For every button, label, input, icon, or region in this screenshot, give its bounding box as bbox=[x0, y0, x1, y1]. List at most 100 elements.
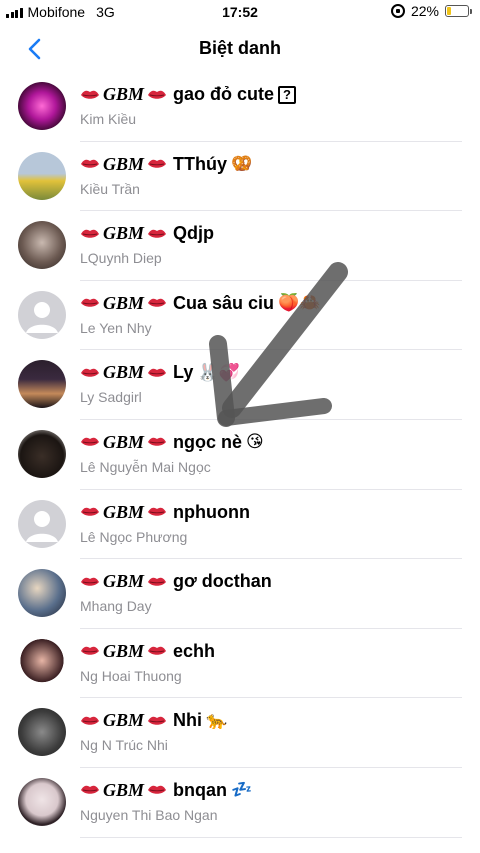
list-item[interactable]: GBM Cua sâu ciu 🍑🦀 Le Yen Nhy bbox=[0, 281, 480, 351]
group-tag-text: GBM bbox=[103, 501, 145, 522]
nickname: GBM Qdjp bbox=[80, 223, 214, 244]
nickname: GBM TThúy 🥨 bbox=[80, 154, 252, 175]
emoji-icon: 🐆 bbox=[206, 710, 228, 730]
emoji-icon: 🥨 bbox=[231, 154, 253, 174]
nickname: GBM bnqan 💤 bbox=[80, 780, 252, 801]
lips-icon bbox=[81, 368, 99, 377]
group-tag-text: GBM bbox=[103, 292, 145, 313]
page-title: Biệt danh bbox=[198, 38, 281, 58]
nickname-text: nphuonn bbox=[173, 501, 250, 522]
lips-icon bbox=[148, 90, 167, 99]
list-item[interactable]: GBM gao đỏ cute? Kim Kiều bbox=[0, 72, 480, 142]
nickname-text: Ly bbox=[173, 362, 194, 383]
avatar bbox=[18, 221, 66, 270]
nickname-text: bnqan bbox=[173, 779, 228, 800]
lips-icon bbox=[81, 229, 99, 238]
nickname-text: echh bbox=[173, 640, 216, 661]
navigation-bar: Biệt danh bbox=[0, 26, 480, 72]
member-name: Ng Hoai Thuong bbox=[80, 667, 182, 684]
member-name: Mhang Day bbox=[80, 598, 152, 615]
member-name: LQuynh Diep bbox=[80, 250, 162, 267]
group-tag: GBM bbox=[80, 223, 167, 244]
group-tag-text: GBM bbox=[103, 431, 145, 452]
lips-icon bbox=[148, 716, 167, 725]
avatar bbox=[18, 290, 66, 339]
group-tag-text: GBM bbox=[103, 223, 145, 244]
list-item[interactable]: GBM nphuonn Lê Ngọc Phương bbox=[0, 490, 480, 560]
nickname: GBM Cua sâu ciu 🍑🦀 bbox=[80, 293, 320, 314]
list-item[interactable]: GBM Qdjp LQuynh Diep bbox=[0, 211, 480, 281]
lips-icon bbox=[148, 786, 167, 795]
group-tag: GBM bbox=[80, 362, 167, 383]
group-tag-text: GBM bbox=[103, 710, 145, 731]
list-item[interactable]: GBM gơ docthan Mhang Day bbox=[0, 559, 480, 629]
lips-icon bbox=[81, 159, 99, 168]
emoji-icon: 🐰💞 bbox=[197, 362, 240, 382]
nickname: GBM gơ docthan bbox=[80, 571, 272, 592]
nickname: GBM gao đỏ cute? bbox=[80, 84, 297, 105]
lips-icon bbox=[148, 647, 167, 655]
list-item[interactable]: GBM ngọc nè 😘 Lê Nguyễn Mai Ngọc bbox=[0, 420, 480, 490]
member-name: Nguyen Thi Bao Ngan bbox=[80, 806, 218, 823]
nickname-text: gơ docthan bbox=[173, 571, 272, 592]
divider bbox=[80, 836, 462, 838]
group-tag-text: GBM bbox=[103, 84, 145, 104]
lips-icon bbox=[148, 159, 167, 168]
question-box-icon: ? bbox=[278, 85, 297, 104]
group-tag: GBM bbox=[80, 293, 167, 314]
member-name: Kiều Trần bbox=[80, 180, 140, 197]
avatar bbox=[18, 708, 66, 757]
lips-icon bbox=[81, 299, 99, 308]
lips-icon bbox=[148, 507, 167, 516]
avatar bbox=[18, 569, 66, 618]
nickname-text: gao đỏ cute bbox=[173, 84, 275, 104]
member-name: Lê Nguyễn Mai Ngọc bbox=[80, 458, 211, 475]
lips-icon bbox=[148, 368, 167, 377]
group-tag: GBM bbox=[80, 154, 167, 175]
lips-icon bbox=[148, 229, 167, 238]
nickname: GBM Ly 🐰💞 bbox=[80, 362, 240, 383]
member-name: Le Yen Nhy bbox=[80, 319, 152, 336]
lips-icon bbox=[148, 577, 167, 586]
group-tag: GBM bbox=[80, 710, 167, 731]
lips-icon bbox=[148, 438, 167, 447]
list-item[interactable]: GBM bnqan 💤 Nguyen Thi Bao Ngan bbox=[0, 768, 480, 838]
member-name: Kim Kiều bbox=[80, 111, 137, 127]
group-tag: GBM bbox=[80, 84, 167, 105]
nickname: GBM Nhi 🐆 bbox=[80, 710, 227, 731]
lips-icon bbox=[148, 299, 167, 308]
nickname-list: GBM gao đỏ cute? Kim Kiều GBM TThúy 🥨 Kiều Trầ… bbox=[0, 72, 480, 838]
member-name: Lê Ngọc Phương bbox=[80, 528, 188, 545]
nickname-text: Nhi bbox=[173, 710, 203, 731]
group-tag: GBM bbox=[80, 780, 167, 801]
group-tag-text: GBM bbox=[103, 779, 145, 800]
group-tag: GBM bbox=[80, 502, 167, 523]
avatar bbox=[18, 429, 66, 478]
list-item[interactable]: GBM Ly 🐰💞 Ly Sadgirl bbox=[0, 350, 480, 420]
battery-percent: 22% bbox=[410, 3, 439, 19]
list-item[interactable]: GBM echh Ng Hoai Thuong bbox=[0, 629, 480, 699]
group-tag-text: GBM bbox=[103, 571, 145, 592]
nickname: GBM ngọc nè 😘 bbox=[80, 432, 264, 453]
group-tag: GBM bbox=[80, 571, 167, 592]
lips-icon bbox=[81, 507, 99, 516]
emoji-icon: 😘 bbox=[246, 432, 264, 452]
lips-icon bbox=[81, 90, 99, 99]
lips-icon bbox=[81, 438, 99, 447]
group-tag-text: GBM bbox=[103, 640, 145, 661]
status-right: 22% bbox=[390, 3, 472, 19]
nickname-text: ngọc nè bbox=[173, 431, 243, 452]
lips-icon bbox=[81, 786, 99, 795]
nickname: GBM nphuonn bbox=[80, 502, 250, 523]
emoji-icon: 🍑🦀 bbox=[278, 293, 321, 313]
list-item[interactable]: GBM TThúy 🥨 Kiều Trần bbox=[0, 142, 480, 212]
nickname-text: Qdjp bbox=[173, 223, 215, 244]
lips-icon bbox=[81, 716, 99, 725]
group-tag-text: GBM bbox=[103, 153, 145, 174]
list-item[interactable]: GBM Nhi 🐆 Ng N Trúc Nhi bbox=[0, 698, 480, 768]
lips-icon bbox=[81, 647, 99, 655]
avatar bbox=[18, 777, 66, 826]
avatar bbox=[18, 499, 66, 548]
battery-icon bbox=[445, 5, 472, 17]
member-name: Ly Sadgirl bbox=[80, 389, 142, 406]
